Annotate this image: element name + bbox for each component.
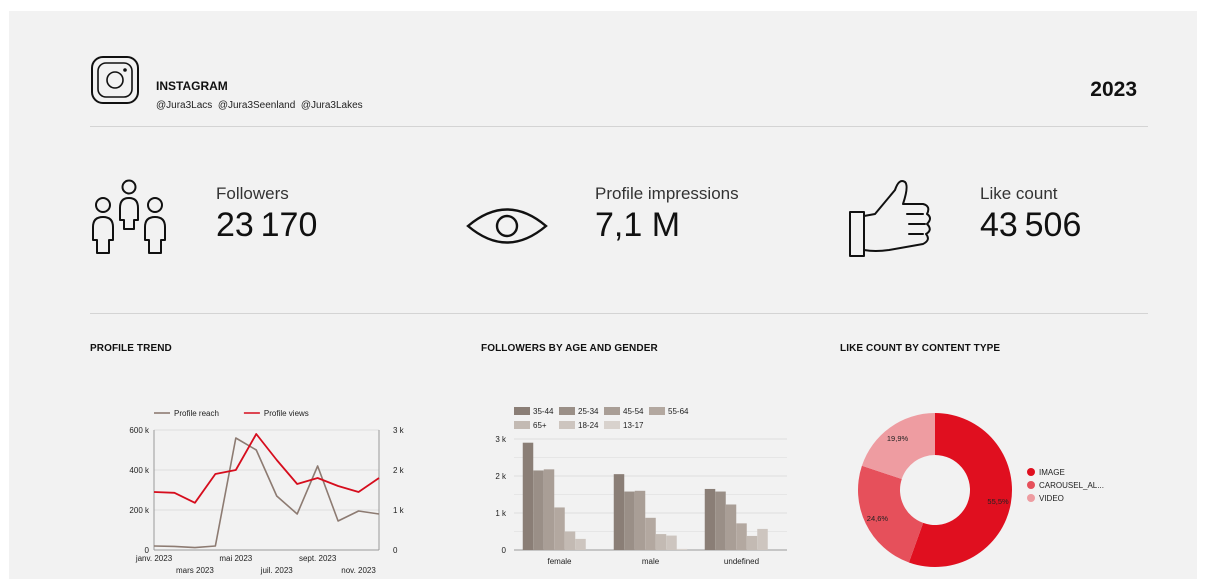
divider-top	[90, 126, 1148, 127]
bar-female-35-44	[522, 442, 534, 550]
bar-male-25-34	[624, 491, 635, 550]
age-gender-chart: 0 1 k 2 k 3 k female male undefined 35-44 25-34 4…	[495, 407, 787, 566]
legend-label: 35-44	[533, 407, 554, 416]
y-tick: 3 k	[495, 435, 507, 444]
x-tick-label: undefined	[724, 557, 759, 566]
bar-female-18-24	[575, 538, 586, 550]
followers-value: 23 170	[216, 206, 318, 244]
likes-label: Like count	[980, 184, 1058, 203]
y-tick: 2 k	[495, 472, 507, 481]
legend-label: Profile reach	[174, 409, 219, 418]
legend-label: IMAGE	[1039, 468, 1065, 477]
legend-label: 45-54	[623, 407, 644, 416]
bar-male-13-17	[676, 548, 688, 550]
legend-swatch	[604, 421, 620, 429]
likes-value: 43 506	[980, 206, 1082, 244]
legend-swatch	[649, 407, 665, 415]
divider-middle	[90, 313, 1148, 314]
thumbs-up-icon	[849, 180, 931, 257]
bar-male-18-24	[666, 535, 677, 550]
y-tick-left: 200 k	[129, 506, 150, 515]
x-tick-label: sept. 2023	[299, 554, 337, 563]
legend-swatch	[514, 407, 530, 415]
y-tick: 1 k	[495, 509, 507, 518]
impressions-label: Profile impressions	[595, 184, 739, 203]
legend-swatch	[1027, 468, 1035, 476]
impressions-value: 7,1 M	[595, 206, 681, 244]
series-line-profile-reach	[153, 437, 380, 549]
people-icon	[92, 179, 166, 254]
x-tick-label: female	[547, 557, 572, 566]
legend-swatch	[604, 407, 620, 415]
legend-swatch	[559, 421, 575, 429]
legend-swatch	[1027, 481, 1035, 489]
legend-label: 65+	[533, 421, 547, 430]
legend-swatch	[514, 421, 530, 429]
legend-label: CAROUSEL_AL...	[1039, 481, 1104, 490]
bar-female-55-64	[554, 507, 565, 550]
bar-male-35-44	[613, 474, 625, 550]
y-tick-right: 0	[393, 546, 398, 555]
x-tick-label: janv. 2023	[135, 554, 173, 563]
slice-label: 24,6%	[867, 514, 889, 523]
bar-undefined-18-24	[757, 528, 768, 550]
bar-female-25-34	[533, 470, 544, 550]
legend-label: 55-64	[668, 407, 689, 416]
bar-undefined-25-34	[715, 491, 726, 550]
legend-label: 25-34	[578, 407, 599, 416]
eye-icon	[466, 208, 548, 244]
platform-title: INSTAGRAM	[156, 79, 228, 93]
donut-slice-video	[861, 413, 935, 479]
year-label: 2023	[1090, 78, 1137, 101]
x-tick-label: mars 2023	[176, 566, 214, 575]
instagram-logo-icon	[91, 56, 139, 104]
bar-female-65+	[564, 531, 576, 550]
legend-label: 18-24	[578, 421, 599, 430]
x-tick-label: juil. 2023	[260, 566, 294, 575]
bar-undefined-65+	[746, 535, 758, 550]
bar-male-45-54	[634, 490, 646, 550]
series-line-profile-views	[153, 433, 380, 504]
y-tick-right: 1 k	[393, 506, 405, 515]
bar-undefined-55-64	[736, 523, 747, 550]
profile-trend-chart: 0200 k400 k600 k01 k2 k3 kjanv. 2023mars…	[129, 409, 405, 575]
like-type-title: LIKE COUNT BY CONTENT TYPE	[840, 343, 1001, 354]
slice-label: 19,9%	[887, 434, 909, 443]
y-tick-left: 600 k	[129, 426, 150, 435]
dashboard-panel: INSTAGRAM @Jura3Lacs @Jura3Seenland @Jur…	[9, 11, 1197, 579]
account-handles: @Jura3Lacs @Jura3Seenland @Jura3Lakes	[156, 100, 363, 111]
bar-undefined-35-44	[704, 488, 716, 550]
like-type-chart: 55,5% 24,6% 19,9% IMAGE CAROUSEL_AL... VIDEO	[858, 413, 1104, 567]
bar-male-55-64	[645, 517, 656, 550]
legend-label: Profile views	[264, 409, 309, 418]
y-tick-right: 3 k	[393, 426, 405, 435]
legend-label: 13-17	[623, 421, 644, 430]
x-tick-label: nov. 2023	[341, 566, 376, 575]
legend-label: VIDEO	[1039, 494, 1064, 503]
legend-swatch	[1027, 494, 1035, 502]
x-tick-label: male	[642, 557, 660, 566]
followers-label: Followers	[216, 184, 289, 203]
profile-trend-title: PROFILE TREND	[90, 343, 172, 354]
x-tick-label: mai 2023	[219, 554, 252, 563]
slice-label: 55,5%	[987, 497, 1009, 506]
y-tick: 0	[502, 546, 507, 555]
age-gender-title: FOLLOWERS BY AGE AND GENDER	[481, 343, 658, 354]
bar-undefined-45-54	[725, 504, 737, 550]
legend-swatch	[559, 407, 575, 415]
bar-male-65+	[655, 534, 667, 550]
y-tick-left: 400 k	[129, 466, 150, 475]
y-tick-right: 2 k	[393, 466, 405, 475]
bar-female-45-54	[543, 469, 555, 550]
